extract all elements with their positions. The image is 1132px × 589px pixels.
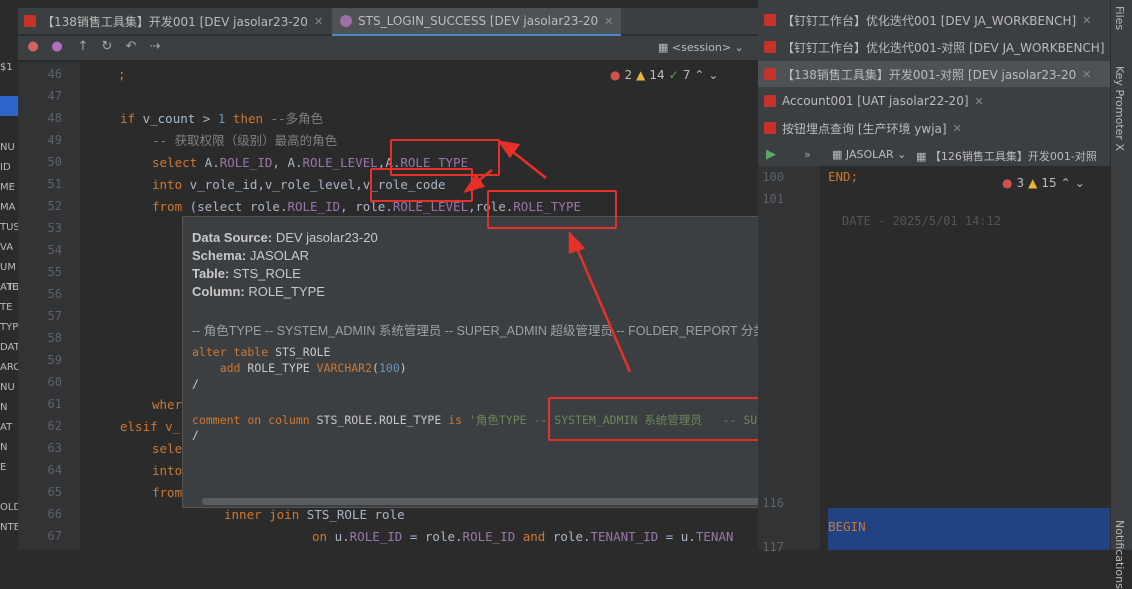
right-selected-block: [828, 508, 1110, 550]
tab-label: Account001 [UAT jasolar22-20]: [782, 94, 969, 108]
right-tab-account001[interactable]: Account001 [UAT jasolar22-20] ✕: [758, 88, 1110, 114]
oracle-icon: [764, 41, 776, 53]
schema-icon: ▦: [832, 148, 846, 161]
right-code-editor[interactable]: 100 101 116 117 END; DATE - 2025/5/01 14…: [758, 166, 1110, 554]
right-tab-workbench-compare[interactable]: 【钉钉工作台】优化迭代001-对照 [DEV JA_WORKBENCH]: [758, 34, 1110, 60]
tab-label: 按钮埋点查询 [生产环境 ywja]: [782, 121, 947, 136]
warning-count: 15: [1041, 176, 1057, 190]
right-toolbar: ▶ » ▦ JASOLAR ⌄ ▦ 【126销售工具集】开发001-对照: [758, 143, 1110, 167]
code-token: END;: [828, 169, 859, 184]
tool-window-sidebar: Files Key Promoter X Notifications: [1110, 0, 1132, 589]
close-icon[interactable]: ✕: [1082, 68, 1091, 81]
line-number: 117: [762, 540, 784, 554]
code-token: BEGIN: [828, 519, 866, 534]
console-icon: ▦: [916, 150, 930, 163]
chevron-up-icon[interactable]: ⌃: [1061, 176, 1071, 190]
run-icon[interactable]: ▶: [766, 147, 776, 162]
right-gutter: 100 101 116 117: [758, 166, 820, 554]
oracle-icon: [764, 122, 776, 134]
tab-label: 【钉钉工作台】优化迭代001-对照 [DEV JA_WORKBENCH]: [782, 40, 1105, 55]
files-tool-button[interactable]: Files: [1113, 6, 1126, 30]
arrow-to-role-type-column: [568, 230, 632, 373]
right-editor-pane: 【钉钉工作台】优化迭代001 [DEV JA_WORKBENCH] ✕ 【钉钉工…: [758, 0, 1110, 554]
line-number: 116: [762, 496, 784, 510]
chevron-down-icon[interactable]: ⌄: [1075, 176, 1085, 190]
close-icon[interactable]: ✕: [953, 122, 962, 135]
line-number: 101: [762, 192, 784, 206]
line-number: 100: [762, 170, 784, 184]
console-label: 【126销售工具集】开发001-对照: [929, 150, 1097, 163]
schema-label: JASOLAR: [845, 148, 894, 161]
tab-label: 【138销售工具集】开发001-对照 [DEV jasolar23-20: [782, 67, 1077, 82]
notifications-tool-button[interactable]: Notifications: [1113, 520, 1126, 589]
arrow-to-a-role-type: [497, 140, 547, 179]
key-promoter-tool-button[interactable]: Key Promoter X: [1113, 66, 1126, 151]
right-tab-sales-tool-compare[interactable]: 【138销售工具集】开发001-对照 [DEV jasolar23-20 ✕: [758, 61, 1110, 87]
error-count: 3: [1016, 176, 1025, 190]
right-tab-workbench-dev[interactable]: 【钉钉工作台】优化迭代001 [DEV JA_WORKBENCH] ✕: [758, 7, 1110, 33]
error-icon: ●: [1002, 176, 1013, 190]
schema-selector[interactable]: ▦ JASOLAR ⌄: [832, 148, 906, 161]
right-tab-button-tracking[interactable]: 按钮埋点查询 [生产环境 ywja] ✕: [758, 115, 1110, 141]
arrow-to-v-role-code: [463, 169, 493, 194]
expand-icon[interactable]: »: [804, 148, 811, 161]
oracle-icon: [764, 95, 776, 107]
right-code-begin: BEGIN: [828, 516, 866, 538]
tab-label: 【钉钉工作台】优化迭代001 [DEV JA_WORKBENCH]: [782, 13, 1077, 28]
right-code-faded: DATE - 2025/5/01 14:12: [842, 214, 1001, 228]
right-inspection-widget[interactable]: ● 3 ▲ 15 ⌃ ⌄: [1002, 176, 1085, 190]
close-icon[interactable]: ✕: [975, 95, 984, 108]
warning-icon: ▲: [1028, 176, 1038, 190]
oracle-icon: [764, 14, 776, 26]
oracle-icon: [764, 68, 776, 80]
close-icon[interactable]: ✕: [1082, 14, 1091, 27]
chevron-down-icon: ⌄: [893, 148, 907, 161]
console-selector[interactable]: ▦ 【126销售工具集】开发001-对照: [916, 148, 1097, 164]
right-code-end: END;: [828, 166, 858, 188]
